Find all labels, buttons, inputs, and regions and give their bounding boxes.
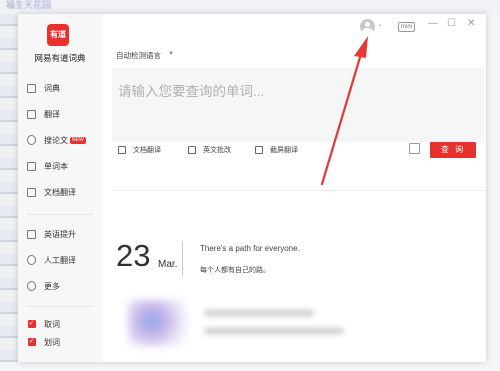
sidebar-item-label: 单词本	[44, 161, 68, 171]
close-button[interactable]: ✕	[467, 18, 475, 29]
desktop-background-left	[0, 14, 18, 371]
daily-month: Mar.	[158, 259, 178, 270]
user-avatar[interactable]	[360, 19, 375, 34]
toggle-label: 取词	[44, 319, 60, 329]
screenshot-translate-button[interactable]: 截屏翻译	[255, 144, 298, 156]
play-icon	[27, 229, 36, 239]
headset-icon	[27, 255, 36, 265]
chevron-down-icon[interactable]: ⌄	[377, 20, 383, 28]
screenshot-translate-icon	[255, 146, 263, 154]
sidebar-item-search-paper[interactable]: 搜论文 NEW	[27, 132, 86, 148]
sidebar-item-dictionary[interactable]: 词典	[27, 80, 60, 96]
sidebar-item-wordbook[interactable]: 单词本	[27, 158, 68, 174]
sidebar-item-label: 搜论文	[44, 135, 68, 145]
feed-blurred-title	[204, 310, 314, 316]
sidebar: 有道 网易有道词典 词典 翻译 搜论文 NEW 单词本 文档翻译 英语提升 人工…	[18, 14, 102, 362]
sidebar-item-label: 更多	[44, 281, 60, 291]
maximize-button[interactable]: ☐	[447, 18, 456, 29]
tool-label: 截屏翻译	[270, 147, 298, 154]
sidebar-item-label: 人工翻译	[44, 255, 76, 265]
daily-day: 23	[116, 238, 151, 273]
app-name: 网易有道词典	[34, 53, 86, 63]
sidebar-item-label: 文档翻译	[44, 187, 76, 197]
desktop-background-top: 福生天花园	[0, 0, 500, 14]
search-input[interactable]	[112, 68, 484, 142]
minimize-button[interactable]: —	[428, 18, 438, 29]
translate-icon	[27, 109, 36, 119]
dictionary-icon	[27, 83, 36, 93]
sidebar-item-more[interactable]: 更多	[27, 278, 60, 294]
feed-thumbnail[interactable]	[128, 300, 188, 346]
language-selector[interactable]: 自动检测语言	[116, 50, 161, 61]
tool-label: 文档翻译	[133, 147, 161, 154]
document-translate-icon	[118, 146, 126, 154]
mini-mode-button[interactable]: mini	[398, 22, 415, 32]
sidebar-divider	[27, 214, 93, 215]
sidebar-item-translate[interactable]: 翻译	[27, 106, 60, 122]
toggle-select-word[interactable]: ✓ 划词	[27, 334, 60, 350]
app-logo: 有道	[47, 24, 69, 46]
query-button[interactable]: 查 询	[430, 142, 476, 158]
document-translate-button[interactable]: 文档翻译	[118, 144, 161, 156]
desktop-background-right	[486, 14, 500, 371]
more-icon	[27, 281, 36, 291]
sidebar-divider	[27, 306, 93, 307]
sidebar-item-label: 翻译	[44, 109, 60, 119]
sidebar-item-label: 英语提升	[44, 229, 76, 239]
checkbox-checked-icon: ✓	[27, 338, 36, 346]
share-icon[interactable]	[409, 143, 420, 154]
youdao-dictionary-window: 有道 网易有道词典 词典 翻译 搜论文 NEW 单词本 文档翻译 英语提升 人工…	[18, 14, 486, 362]
tool-label: 英文批改	[203, 147, 231, 154]
english-correction-button[interactable]: 英文批改	[188, 144, 231, 156]
toggle-capture-word[interactable]: ✓ 取词	[27, 316, 60, 332]
daily-sentence-english[interactable]: There's a path for everyone.	[200, 244, 300, 253]
sidebar-item-english-improve[interactable]: 英语提升	[27, 226, 76, 242]
new-badge: NEW	[70, 136, 86, 144]
sidebar-item-label: 词典	[44, 83, 60, 93]
document-icon	[27, 187, 36, 197]
sidebar-item-document[interactable]: 文档翻译	[27, 184, 76, 200]
daily-separator	[182, 241, 183, 277]
feed-blurred-text	[204, 328, 344, 334]
search-paper-icon	[27, 135, 36, 145]
content-divider	[112, 190, 486, 191]
search-input-area	[112, 68, 484, 142]
desktop-blurred-text: 福生天花园	[6, 0, 52, 10]
checkbox-checked-icon: ✓	[27, 320, 36, 328]
wordbook-icon	[27, 161, 36, 171]
daily-sentence-chinese: 每个人都有自己的路。	[200, 267, 270, 274]
toggle-label: 划词	[44, 337, 60, 347]
english-correction-icon	[188, 146, 196, 154]
sidebar-item-human-translation[interactable]: 人工翻译	[27, 252, 76, 268]
chevron-down-icon[interactable]: ▼	[168, 51, 174, 57]
desktop-background-bottom	[0, 362, 500, 371]
